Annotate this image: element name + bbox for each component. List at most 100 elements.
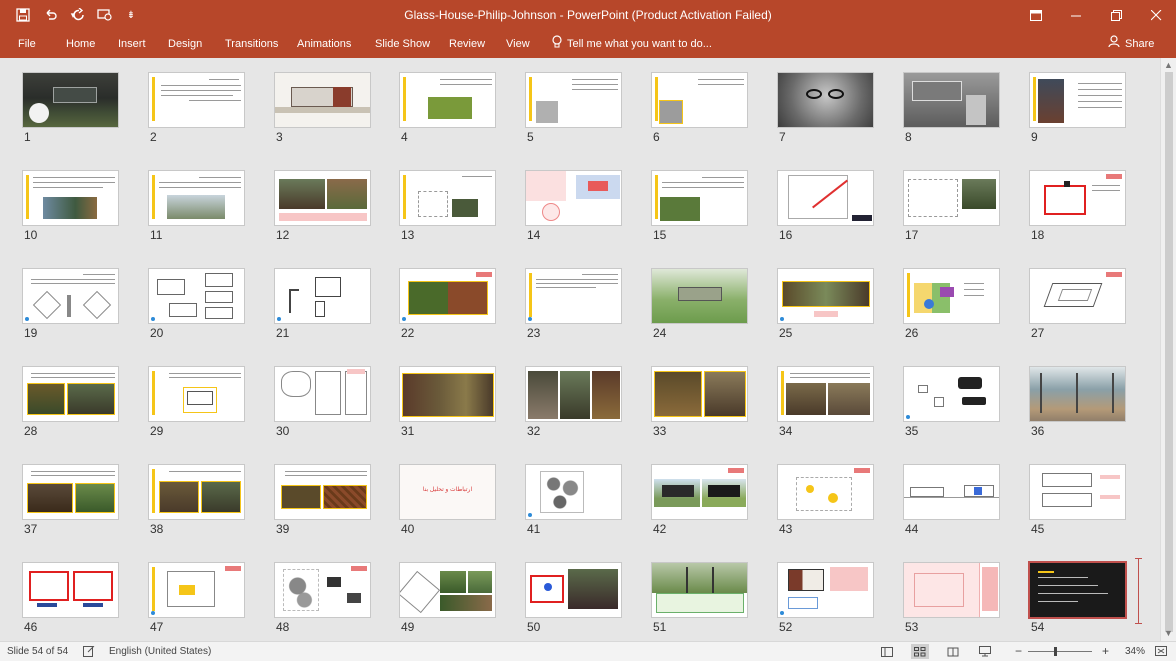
notes-check-icon[interactable] [80, 644, 98, 659]
tab-animations[interactable]: Animations [297, 35, 351, 53]
slide-thumbnail[interactable] [777, 72, 874, 128]
zoom-level[interactable]: 34% [1125, 646, 1145, 657]
slide-thumbnail[interactable] [1029, 268, 1126, 324]
slide-thumbnail[interactable] [903, 72, 1000, 128]
slide-number: 27 [1031, 326, 1045, 340]
slide-thumbnail[interactable] [651, 170, 748, 226]
tab-design[interactable]: Design [168, 35, 202, 53]
slide-thumbnail[interactable] [651, 562, 748, 618]
slide-thumbnail[interactable] [525, 562, 622, 618]
slide-thumbnail[interactable] [651, 72, 748, 128]
slide-thumbnail[interactable] [903, 562, 1000, 618]
close-icon[interactable] [1136, 2, 1176, 28]
tab-home[interactable]: Home [66, 35, 95, 53]
slide-thumbnail[interactable] [777, 268, 874, 324]
slide-thumbnail[interactable] [148, 562, 245, 618]
slide-thumbnail[interactable] [274, 464, 371, 520]
slide-thumbnail[interactable] [777, 366, 874, 422]
slide-thumbnail[interactable] [651, 366, 748, 422]
slide-number: 1 [24, 130, 31, 144]
tab-file[interactable]: File [18, 35, 36, 53]
tab-slide-show[interactable]: Slide Show [375, 35, 430, 53]
slide-number: 43 [779, 522, 793, 536]
zoom-in-button[interactable]: + [1102, 644, 1109, 658]
scroll-up-icon[interactable]: ▲ [1164, 60, 1173, 70]
vertical-scrollbar[interactable]: ▲ ▼ [1160, 58, 1176, 641]
tab-view[interactable]: View [506, 35, 530, 53]
slide-thumbnail[interactable] [148, 268, 245, 324]
slide-thumbnail[interactable] [22, 464, 119, 520]
slide-thumbnail[interactable] [399, 268, 496, 324]
slide-thumbnail[interactable] [274, 268, 371, 324]
slide-number: 26 [905, 326, 919, 340]
slide-thumbnail[interactable] [1029, 366, 1126, 422]
scroll-thumb[interactable] [1165, 72, 1173, 632]
share-button[interactable]: Share [1108, 35, 1154, 53]
language-label[interactable]: English (United States) [109, 646, 211, 657]
slide-thumbnail[interactable] [274, 366, 371, 422]
minimize-icon[interactable] [1056, 2, 1096, 28]
slide-thumbnail[interactable] [399, 562, 496, 618]
reading-view-icon[interactable] [944, 644, 962, 659]
slide-thumbnail[interactable] [1029, 72, 1126, 128]
slide-thumbnail[interactable] [399, 170, 496, 226]
tab-insert[interactable]: Insert [118, 35, 146, 53]
slide-thumbnail[interactable] [148, 170, 245, 226]
ribbon-display-icon[interactable] [1016, 2, 1056, 28]
slide-number: 34 [779, 424, 793, 438]
slide-thumbnail[interactable] [525, 170, 622, 226]
slide-thumbnail[interactable] [777, 170, 874, 226]
slide-number: 47 [150, 620, 164, 634]
tell-me-search[interactable]: Tell me what you want to do... [552, 34, 712, 53]
slide-number: 49 [401, 620, 415, 634]
slide-sorter-view-icon[interactable] [911, 644, 929, 659]
slide-thumbnail-selected[interactable] [1028, 561, 1127, 619]
share-label: Share [1125, 38, 1155, 50]
slide-thumbnail[interactable] [777, 464, 874, 520]
slide-thumbnail[interactable] [777, 562, 874, 618]
slide-thumbnail[interactable] [525, 464, 622, 520]
tab-transitions[interactable]: Transitions [225, 35, 278, 53]
slide-number: 38 [150, 522, 164, 536]
fit-to-window-icon[interactable] [1152, 644, 1170, 659]
slide-thumbnail[interactable] [274, 562, 371, 618]
slide-thumbnail[interactable] [651, 464, 748, 520]
slide-number: 15 [653, 228, 667, 242]
restore-icon[interactable] [1096, 2, 1136, 28]
normal-view-icon[interactable] [878, 644, 896, 659]
slide-thumbnail[interactable] [651, 268, 748, 324]
slide-thumbnail[interactable] [22, 268, 119, 324]
slide-thumbnail[interactable] [903, 366, 1000, 422]
slide-thumbnail[interactable] [525, 72, 622, 128]
slide-thumbnail[interactable] [22, 562, 119, 618]
slide-thumbnail[interactable] [399, 366, 496, 422]
scroll-down-icon[interactable]: ▼ [1164, 628, 1173, 638]
slide-thumbnail[interactable] [525, 366, 622, 422]
slide-thumbnail[interactable] [274, 72, 371, 128]
slide-thumbnail[interactable] [148, 72, 245, 128]
slide-thumbnail[interactable] [399, 72, 496, 128]
zoom-slider-thumb[interactable] [1054, 647, 1057, 656]
slide-thumbnail[interactable] [22, 170, 119, 226]
slide-thumbnail[interactable] [22, 72, 119, 128]
zoom-slider[interactable] [1028, 651, 1092, 652]
slide-thumbnail[interactable] [148, 464, 245, 520]
slide-thumbnail[interactable] [22, 366, 119, 422]
slide-thumbnail[interactable] [903, 464, 1000, 520]
slide-thumbnail[interactable] [148, 366, 245, 422]
slideshow-view-icon[interactable] [976, 644, 994, 659]
slide-number: 50 [527, 620, 541, 634]
title-bar: ▾ ⇟ Glass-House-Philip-Johnson - PowerPo… [0, 0, 1176, 30]
tab-review[interactable]: Review [449, 35, 485, 53]
slide-number: 2 [150, 130, 157, 144]
slide-number: 53 [905, 620, 919, 634]
slide-thumbnail[interactable]: ارتباطات و تحلیل بنا [399, 464, 496, 520]
slide-thumbnail[interactable] [1029, 170, 1126, 226]
slide-number: 37 [24, 522, 38, 536]
slide-thumbnail[interactable] [903, 268, 1000, 324]
slide-thumbnail[interactable] [274, 170, 371, 226]
slide-thumbnail[interactable] [525, 268, 622, 324]
slide-thumbnail[interactable] [903, 170, 1000, 226]
slide-thumbnail[interactable] [1029, 464, 1126, 520]
zoom-out-button[interactable]: − [1015, 644, 1022, 658]
